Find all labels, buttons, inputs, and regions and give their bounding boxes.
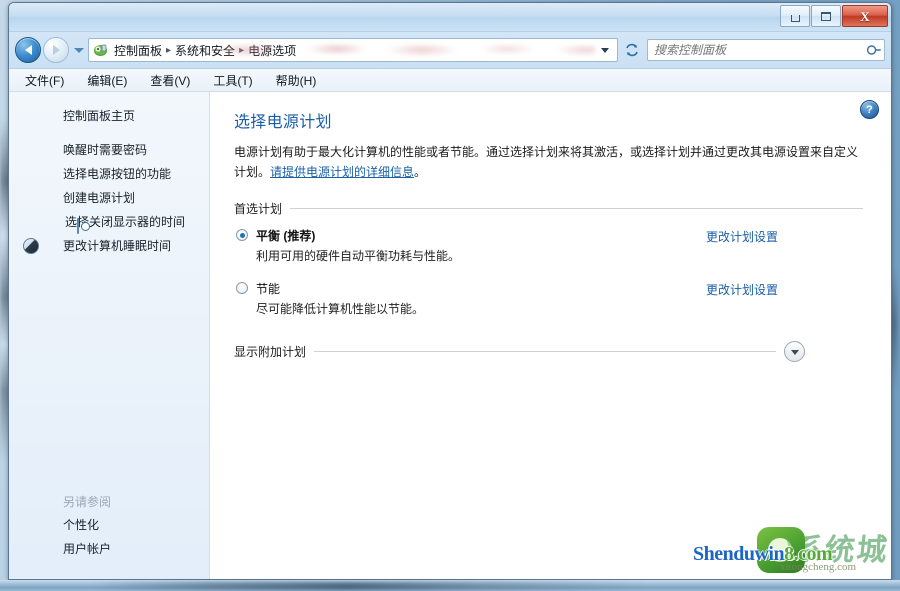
history-dropdown-icon[interactable]	[74, 47, 84, 53]
power-plan-details-link[interactable]: 请提供电源计划的详细信息	[270, 165, 414, 179]
menu-item-view[interactable]: 查看(V)	[148, 71, 192, 90]
sidebar-item-choose-display-off-time[interactable]: 选择关闭显示器的时间	[9, 210, 209, 234]
refresh-icon	[626, 43, 638, 57]
watermark-secondary-text: xitongcheng.com	[780, 561, 857, 573]
arrow-right-icon	[52, 45, 60, 55]
watermark-cjk-text: 系统城	[790, 534, 891, 567]
monitor-clock-icon	[77, 218, 79, 234]
breadcrumb[interactable]: 控制面板 ▸ 系统和安全 ▸ 电源选项	[88, 38, 618, 62]
control-panel-icon	[94, 44, 107, 56]
sidebar-item-user-accounts[interactable]: 用户帐户	[9, 537, 209, 561]
watermark-primary-text: Shenduwin8.com	[693, 543, 833, 566]
sidebar-item-personalization[interactable]: 个性化	[9, 513, 209, 537]
sidebar-item-change-sleep-time[interactable]: 更改计算机睡眠时间	[9, 234, 209, 258]
breadcrumb-item-2[interactable]: 电源选项	[245, 41, 299, 60]
change-plan-settings-link-balanced[interactable]: 更改计划设置	[706, 228, 778, 245]
back-button[interactable]	[15, 37, 41, 63]
breadcrumb-item-1[interactable]: 系统和安全	[172, 41, 238, 60]
sidebar-item-power-button-action[interactable]: 选择电源按钮的功能	[9, 162, 209, 186]
see-also-title: 另请参阅	[63, 495, 112, 509]
search-icon	[866, 45, 881, 55]
watermark-overlay: 系统城 Shenduwin8.com xitongcheng.com	[685, 525, 891, 579]
search-input[interactable]	[652, 42, 866, 58]
sidebar-item-home[interactable]: 控制面板主页	[9, 104, 209, 128]
help-icon[interactable]: ?	[860, 100, 879, 119]
breadcrumb-item-0[interactable]: 控制面板	[111, 41, 165, 60]
preferred-plans-label: 首选计划	[234, 202, 283, 216]
radio-power-saver[interactable]	[236, 282, 248, 294]
sidebar-item-create-power-plan[interactable]: 创建电源计划	[9, 186, 209, 210]
page-description: 电源计划有助于最大化计算机的性能或者节能。通过选择计划来将其激活，或选择计划并通…	[234, 142, 859, 182]
search-box[interactable]	[647, 39, 885, 61]
sidebar-item-label: 更改计算机睡眠时间	[63, 239, 172, 253]
menu-item-file[interactable]: 文件(F)	[23, 71, 66, 90]
sidebar-item-require-password[interactable]: 唤醒时需要密码	[9, 138, 209, 162]
caption-button-group: X	[780, 5, 888, 27]
menu-item-tools[interactable]: 工具(T)	[211, 71, 254, 90]
minimize-icon	[790, 14, 800, 22]
plan-row-balanced[interactable]: 平衡 (推荐) 利用可用的硬件自动平衡功耗与性能。 更改计划设置	[234, 227, 863, 266]
moon-icon	[23, 238, 39, 254]
group-divider	[290, 208, 863, 209]
menu-item-help[interactable]: 帮助(H)	[274, 71, 319, 90]
show-additional-plans-button[interactable]	[784, 341, 805, 362]
minimize-button[interactable]	[780, 5, 810, 27]
page-description-text-2: 。	[414, 165, 427, 179]
expander-divider	[314, 351, 776, 352]
maximize-icon	[821, 11, 831, 21]
content-pane: ? 选择电源计划 电源计划有助于最大化计算机的性能或者节能。通过选择计划来将其激…	[210, 92, 891, 579]
chevron-down-icon	[790, 349, 799, 355]
breadcrumb-dropdown-icon[interactable]	[601, 47, 609, 53]
preferred-plans-header: 首选计划	[234, 200, 863, 217]
menu-item-edit[interactable]: 编辑(E)	[85, 71, 129, 90]
sidebar: 控制面板主页 唤醒时需要密码 选择电源按钮的功能 创建电源计划 选择关闭显示器的…	[9, 92, 210, 579]
arrow-left-icon	[24, 45, 32, 55]
title-bar: X	[9, 3, 891, 32]
control-panel-window: X 控制面板 ▸ 系统和安全 ▸ 电源选项 搜索控制面板 文件(F) 编辑(E)…	[8, 2, 892, 580]
show-additional-plans-label[interactable]: 显示附加计划	[234, 343, 306, 360]
radio-balanced[interactable]	[236, 229, 248, 241]
breadcrumb-separator-1: ▸	[239, 44, 245, 56]
page-title: 选择电源计划	[234, 114, 332, 131]
menu-bar: 文件(F) 编辑(E) 查看(V) 工具(T) 帮助(H)	[9, 69, 891, 92]
plan-row-power-saver[interactable]: 节能 尽可能降低计算机性能以节能。 更改计划设置	[234, 280, 863, 319]
watermark-logo-icon	[757, 527, 805, 573]
bottom-blur-artifact	[90, 582, 650, 590]
watermark-primary-green: 8.com	[784, 543, 833, 565]
plan-description-power-saver: 尽可能降低计算机性能以节能。	[256, 302, 425, 316]
forward-button[interactable]	[43, 37, 69, 63]
see-also-group: 另请参阅 个性化 用户帐户	[9, 491, 209, 579]
watermark-primary-blue: Shenduwin	[693, 543, 785, 565]
maximize-button[interactable]	[811, 5, 841, 27]
close-icon: X	[860, 8, 870, 24]
window-body: 控制面板主页 唤醒时需要密码 选择电源按钮的功能 创建电源计划 选择关闭显示器的…	[9, 92, 891, 579]
refresh-button[interactable]	[621, 39, 643, 61]
sidebar-top-group: 控制面板主页 唤醒时需要密码 选择电源按钮的功能 创建电源计划 选择关闭显示器的…	[9, 92, 209, 258]
change-plan-settings-link-power-saver[interactable]: 更改计划设置	[706, 281, 778, 298]
plan-description-balanced: 利用可用的硬件自动平衡功耗与性能。	[256, 249, 461, 263]
show-additional-plans-row[interactable]: 显示附加计划	[234, 341, 863, 362]
address-toolbar: 控制面板 ▸ 系统和安全 ▸ 电源选项	[9, 32, 891, 69]
close-button[interactable]: X	[842, 5, 888, 27]
breadcrumb-separator-0: ▸	[166, 44, 172, 56]
